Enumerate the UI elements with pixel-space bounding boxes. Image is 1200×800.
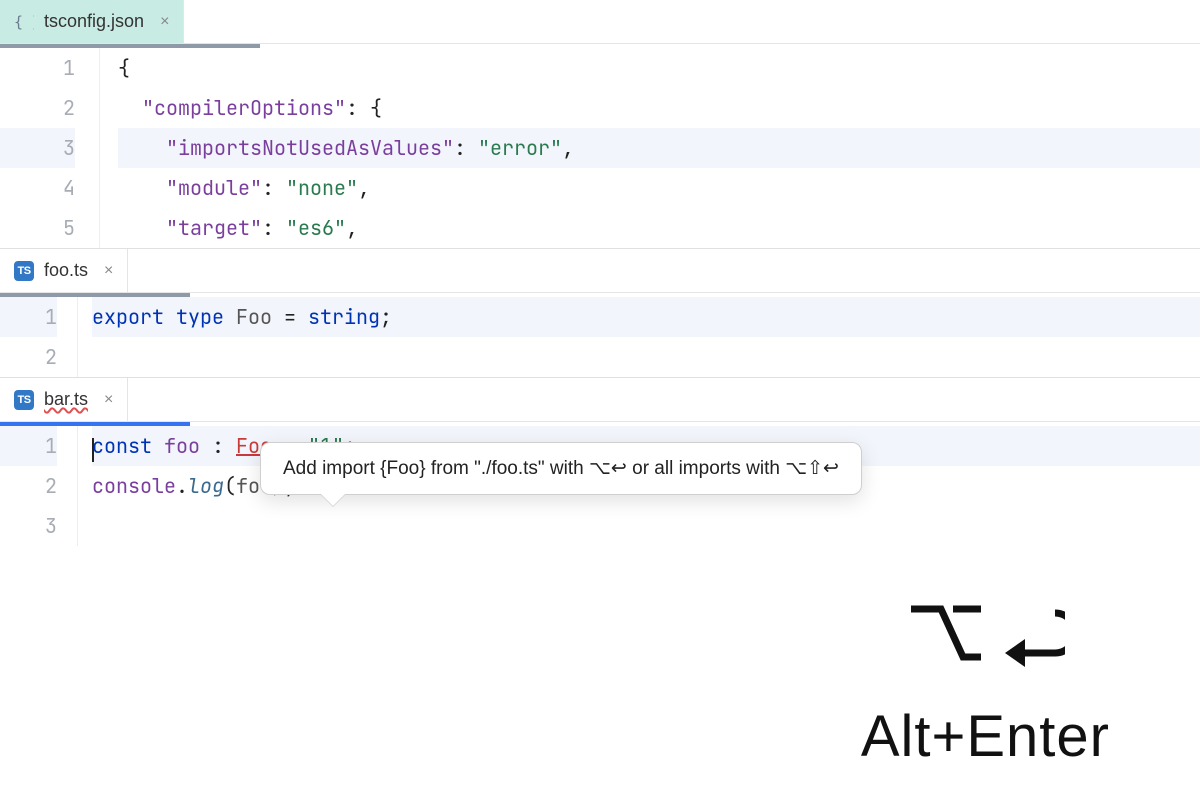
json-icon: { } <box>14 12 34 32</box>
code-content[interactable]: { "compilerOptions": { "importsNotUsedAs… <box>100 48 1200 248</box>
editor-pane-foo: TS foo.ts × 1 2 export type Foo = string… <box>0 249 1200 378</box>
keyboard-shortcut: ⌥↩ <box>589 458 627 479</box>
shortcut-label: Alt+Enter <box>861 703 1110 770</box>
line-number: 1 <box>0 426 57 466</box>
gutter: 1 2 3 <box>0 426 78 546</box>
text-cursor <box>92 438 94 462</box>
quickfix-tooltip[interactable]: Add import {Foo} from "./foo.ts" with ⌥↩… <box>260 442 862 495</box>
line-number: 4 <box>0 168 75 208</box>
code-area-tsconfig[interactable]: 1 2 3 4 5 { "compilerOptions": { "import… <box>0 48 1200 248</box>
code-line: "compilerOptions": { <box>118 88 1200 128</box>
code-line: export type Foo = string; <box>92 297 1200 337</box>
close-icon[interactable]: × <box>104 262 113 280</box>
line-number: 1 <box>0 48 75 88</box>
code-content[interactable]: export type Foo = string; <box>78 297 1200 377</box>
code-line: "importsNotUsedAsValues": "error", <box>118 128 1200 168</box>
code-line: { <box>118 48 1200 88</box>
typescript-icon: TS <box>14 390 34 410</box>
tab-bar: TS foo.ts × <box>0 249 1200 293</box>
code-line: "target": "es6", <box>118 208 1200 248</box>
code-line: "module": "none", <box>118 168 1200 208</box>
tab-bar-ts[interactable]: TS bar.ts × <box>0 378 128 421</box>
editor-pane-tsconfig: { } tsconfig.json × 1 2 3 4 5 { "compile… <box>0 0 1200 249</box>
tab-bar: { } tsconfig.json × <box>0 0 1200 44</box>
tab-label: tsconfig.json <box>44 11 144 32</box>
line-number: 5 <box>0 208 75 248</box>
tab-label: foo.ts <box>44 260 88 281</box>
typescript-icon: TS <box>14 261 34 281</box>
code-line <box>92 506 1200 546</box>
shortcut-hint-graphic: Alt+Enter <box>861 595 1110 770</box>
shortcut-symbols <box>861 595 1110 685</box>
tab-bar: TS bar.ts × <box>0 378 1200 422</box>
gutter: 1 2 <box>0 297 78 377</box>
tab-tsconfig[interactable]: { } tsconfig.json × <box>0 0 184 43</box>
gutter: 1 2 3 4 5 <box>0 48 100 248</box>
tab-label: bar.ts <box>44 389 88 410</box>
tab-foo[interactable]: TS foo.ts × <box>0 249 128 292</box>
line-number: 3 <box>0 506 57 546</box>
line-number: 1 <box>0 297 57 337</box>
keyboard-shortcut: ⌥⇧↩ <box>785 458 839 479</box>
line-number: 2 <box>0 337 57 377</box>
svg-text:{ }: { } <box>14 13 34 31</box>
code-area-foo[interactable]: 1 2 export type Foo = string; <box>0 297 1200 377</box>
line-number: 2 <box>0 466 57 506</box>
tooltip-text: or all imports with <box>627 458 785 479</box>
line-number: 3 <box>0 128 75 168</box>
code-line <box>92 337 1200 377</box>
line-number: 2 <box>0 88 75 128</box>
tooltip-text: Add import {Foo} from "./foo.ts" with <box>283 458 589 479</box>
close-icon[interactable]: × <box>104 391 113 409</box>
close-icon[interactable]: × <box>160 13 169 31</box>
